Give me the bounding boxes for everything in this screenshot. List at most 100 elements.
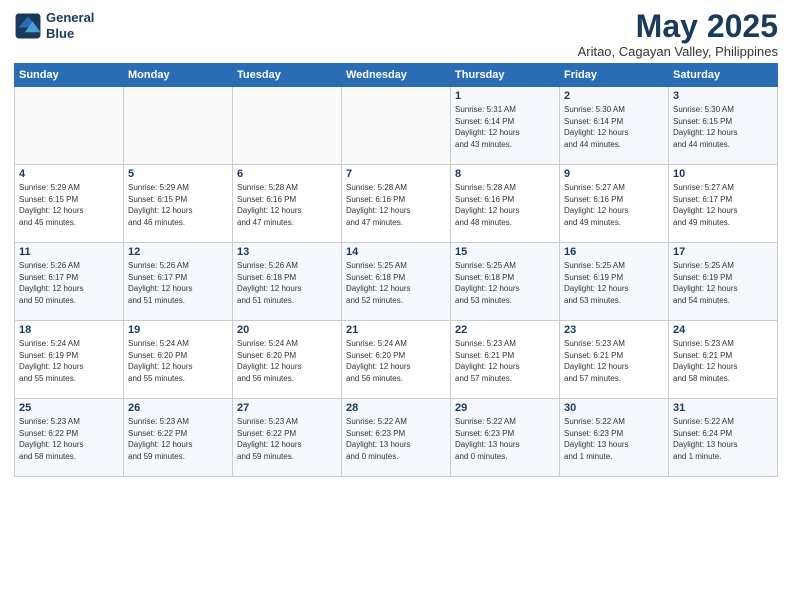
day-number: 9 (564, 168, 664, 180)
col-monday: Monday (124, 64, 233, 87)
calendar-table: Sunday Monday Tuesday Wednesday Thursday… (14, 63, 778, 477)
day-info: Sunrise: 5:22 AM Sunset: 6:23 PM Dayligh… (346, 416, 446, 462)
calendar-cell (124, 87, 233, 165)
calendar-cell (342, 87, 451, 165)
week-row-4: 18 Sunrise: 5:24 AM Sunset: 6:19 PM Dayli… (15, 321, 778, 399)
calendar-cell: 19 Sunrise: 5:24 AM Sunset: 6:20 PM Dayli… (124, 321, 233, 399)
col-wednesday: Wednesday (342, 64, 451, 87)
day-number: 28 (346, 402, 446, 414)
day-info: Sunrise: 5:23 AM Sunset: 6:21 PM Dayligh… (455, 338, 555, 384)
logo: General Blue (14, 10, 94, 41)
header-row: Sunday Monday Tuesday Wednesday Thursday… (15, 64, 778, 87)
calendar-body: 1 Sunrise: 5:31 AM Sunset: 6:14 PM Daylig… (15, 87, 778, 477)
day-info: Sunrise: 5:30 AM Sunset: 6:15 PM Dayligh… (673, 104, 773, 150)
calendar-cell: 14Sunrise: 5:25 AM Sunset: 6:18 PM Dayli… (342, 243, 451, 321)
calendar-cell: 29 Sunrise: 5:22 AM Sunset: 6:23 PM Dayli… (451, 399, 560, 477)
calendar-cell: 27 Sunrise: 5:23 AM Sunset: 6:22 PM Dayli… (233, 399, 342, 477)
day-number: 29 (455, 402, 555, 414)
calendar-cell: 31 Sunrise: 5:22 AM Sunset: 6:24 PM Dayli… (669, 399, 778, 477)
calendar-cell: 2Sunrise: 5:30 AM Sunset: 6:14 PM Daylig… (560, 87, 669, 165)
col-friday: Friday (560, 64, 669, 87)
day-info: Sunrise: 5:24 AM Sunset: 6:20 PM Dayligh… (128, 338, 228, 384)
calendar-cell: 3 Sunrise: 5:30 AM Sunset: 6:15 PM Daylig… (669, 87, 778, 165)
calendar-cell (233, 87, 342, 165)
day-info: Sunrise: 5:25 AM Sunset: 6:18 PM Dayligh… (346, 260, 446, 306)
day-info: Sunrise: 5:22 AM Sunset: 6:24 PM Dayligh… (673, 416, 773, 462)
logo-line1: General (46, 10, 94, 25)
calendar-cell: 11 Sunrise: 5:26 AM Sunset: 6:17 PM Dayli… (15, 243, 124, 321)
day-info: Sunrise: 5:25 AM Sunset: 6:18 PM Dayligh… (455, 260, 555, 306)
day-info: Sunrise: 5:27 AM Sunset: 6:16 PM Dayligh… (564, 182, 664, 228)
calendar-cell: 6 Sunrise: 5:28 AM Sunset: 6:16 PM Daylig… (233, 165, 342, 243)
day-number: 8 (455, 168, 555, 180)
col-tuesday: Tuesday (233, 64, 342, 87)
day-number: 25 (19, 402, 119, 414)
title-block: May 2025 Aritao, Cagayan Valley, Philipp… (578, 10, 778, 59)
calendar-cell: 20 Sunrise: 5:24 AM Sunset: 6:20 PM Dayli… (233, 321, 342, 399)
calendar-cell: 22 Sunrise: 5:23 AM Sunset: 6:21 PM Dayli… (451, 321, 560, 399)
week-row-3: 11 Sunrise: 5:26 AM Sunset: 6:17 PM Dayli… (15, 243, 778, 321)
day-number: 7 (346, 168, 446, 180)
day-info: Sunrise: 5:22 AM Sunset: 6:23 PM Dayligh… (455, 416, 555, 462)
day-number: 12 (128, 246, 228, 258)
day-number: 22 (455, 324, 555, 336)
day-number: 15 (455, 246, 555, 258)
day-info: Sunrise: 5:27 AM Sunset: 6:17 PM Dayligh… (673, 182, 773, 228)
day-info: Sunrise: 5:29 AM Sunset: 6:15 PM Dayligh… (19, 182, 119, 228)
day-number: 26 (128, 402, 228, 414)
day-number: 20 (237, 324, 337, 336)
day-number: 4 (19, 168, 119, 180)
day-info: Sunrise: 5:24 AM Sunset: 6:20 PM Dayligh… (346, 338, 446, 384)
day-number: 1 (455, 90, 555, 102)
col-saturday: Saturday (669, 64, 778, 87)
month-year: May 2025 (578, 10, 778, 42)
day-number: 23 (564, 324, 664, 336)
day-info: Sunrise: 5:26 AM Sunset: 6:17 PM Dayligh… (19, 260, 119, 306)
day-number: 3 (673, 90, 773, 102)
day-info: Sunrise: 5:26 AM Sunset: 6:17 PM Dayligh… (128, 260, 228, 306)
day-info: Sunrise: 5:29 AM Sunset: 6:15 PM Dayligh… (128, 182, 228, 228)
day-info: Sunrise: 5:31 AM Sunset: 6:14 PM Dayligh… (455, 104, 555, 150)
calendar-cell: 26Sunrise: 5:23 AM Sunset: 6:22 PM Dayli… (124, 399, 233, 477)
day-number: 31 (673, 402, 773, 414)
calendar-cell (15, 87, 124, 165)
day-number: 27 (237, 402, 337, 414)
calendar-cell: 1 Sunrise: 5:31 AM Sunset: 6:14 PM Daylig… (451, 87, 560, 165)
calendar-cell: 5Sunrise: 5:29 AM Sunset: 6:15 PM Daylig… (124, 165, 233, 243)
day-number: 19 (128, 324, 228, 336)
day-info: Sunrise: 5:23 AM Sunset: 6:22 PM Dayligh… (19, 416, 119, 462)
calendar-cell: 24Sunrise: 5:23 AM Sunset: 6:21 PM Dayli… (669, 321, 778, 399)
calendar-cell: 4 Sunrise: 5:29 AM Sunset: 6:15 PM Daylig… (15, 165, 124, 243)
location: Aritao, Cagayan Valley, Philippines (578, 44, 778, 59)
day-info: Sunrise: 5:24 AM Sunset: 6:20 PM Dayligh… (237, 338, 337, 384)
day-number: 11 (19, 246, 119, 258)
calendar-cell: 10Sunrise: 5:27 AM Sunset: 6:17 PM Dayli… (669, 165, 778, 243)
calendar-cell: 25 Sunrise: 5:23 AM Sunset: 6:22 PM Dayli… (15, 399, 124, 477)
day-number: 17 (673, 246, 773, 258)
calendar-cell: 30Sunrise: 5:22 AM Sunset: 6:23 PM Dayli… (560, 399, 669, 477)
header: General Blue May 2025 Aritao, Cagayan Va… (14, 10, 778, 59)
day-info: Sunrise: 5:30 AM Sunset: 6:14 PM Dayligh… (564, 104, 664, 150)
day-info: Sunrise: 5:23 AM Sunset: 6:22 PM Dayligh… (237, 416, 337, 462)
calendar-cell: 8Sunrise: 5:28 AM Sunset: 6:16 PM Daylig… (451, 165, 560, 243)
logo-icon (14, 12, 42, 40)
day-info: Sunrise: 5:24 AM Sunset: 6:19 PM Dayligh… (19, 338, 119, 384)
logo-line2: Blue (46, 26, 74, 41)
day-number: 18 (19, 324, 119, 336)
calendar-cell: 21 Sunrise: 5:24 AM Sunset: 6:20 PM Dayli… (342, 321, 451, 399)
logo-text: General Blue (46, 10, 94, 41)
calendar-cell: 15 Sunrise: 5:25 AM Sunset: 6:18 PM Dayli… (451, 243, 560, 321)
day-number: 6 (237, 168, 337, 180)
page-container: General Blue May 2025 Aritao, Cagayan Va… (0, 0, 792, 483)
calendar-header: Sunday Monday Tuesday Wednesday Thursday… (15, 64, 778, 87)
day-number: 21 (346, 324, 446, 336)
calendar-cell: 13Sunrise: 5:26 AM Sunset: 6:18 PM Dayli… (233, 243, 342, 321)
calendar-cell: 18 Sunrise: 5:24 AM Sunset: 6:19 PM Dayli… (15, 321, 124, 399)
day-info: Sunrise: 5:28 AM Sunset: 6:16 PM Dayligh… (346, 182, 446, 228)
day-info: Sunrise: 5:28 AM Sunset: 6:16 PM Dayligh… (237, 182, 337, 228)
day-number: 16 (564, 246, 664, 258)
calendar-cell: 7 Sunrise: 5:28 AM Sunset: 6:16 PM Daylig… (342, 165, 451, 243)
calendar-cell: 9 Sunrise: 5:27 AM Sunset: 6:16 PM Daylig… (560, 165, 669, 243)
day-number: 24 (673, 324, 773, 336)
col-thursday: Thursday (451, 64, 560, 87)
